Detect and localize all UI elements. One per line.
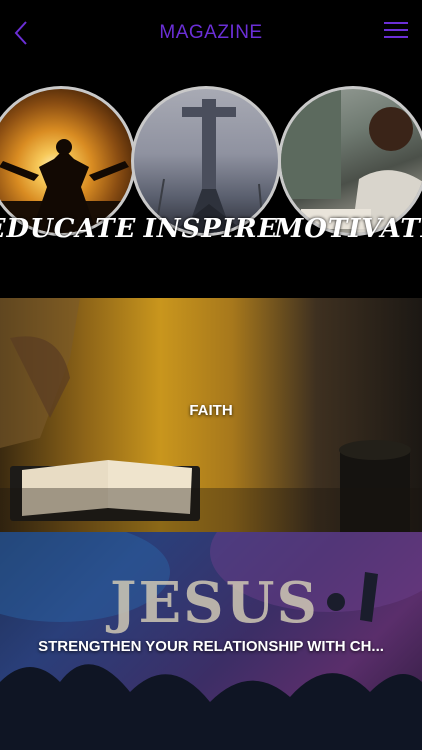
card-overlay-jesus: JESUS bbox=[110, 570, 319, 636]
menu-button[interactable] bbox=[384, 22, 408, 42]
card-jesus[interactable]: JESUS STRENGTHEN YOUR RELATIONSHIP WITH … bbox=[0, 532, 422, 750]
page-title: MAGAZINE bbox=[159, 22, 263, 43]
card-faith[interactable]: FAITH bbox=[0, 298, 422, 532]
app-header: MAGAZINE bbox=[0, 0, 422, 66]
category-strip: EDUCATE INSPIRE MOTIVATE bbox=[0, 66, 422, 298]
hamburger-menu-icon bbox=[384, 22, 408, 24]
card-title-faith: FAITH bbox=[189, 402, 233, 419]
category-label-motivate: MOTIVATE bbox=[274, 214, 422, 244]
card-title-jesus: STRENGTHEN YOUR RELATIONSHIP WITH CH... bbox=[38, 638, 384, 655]
